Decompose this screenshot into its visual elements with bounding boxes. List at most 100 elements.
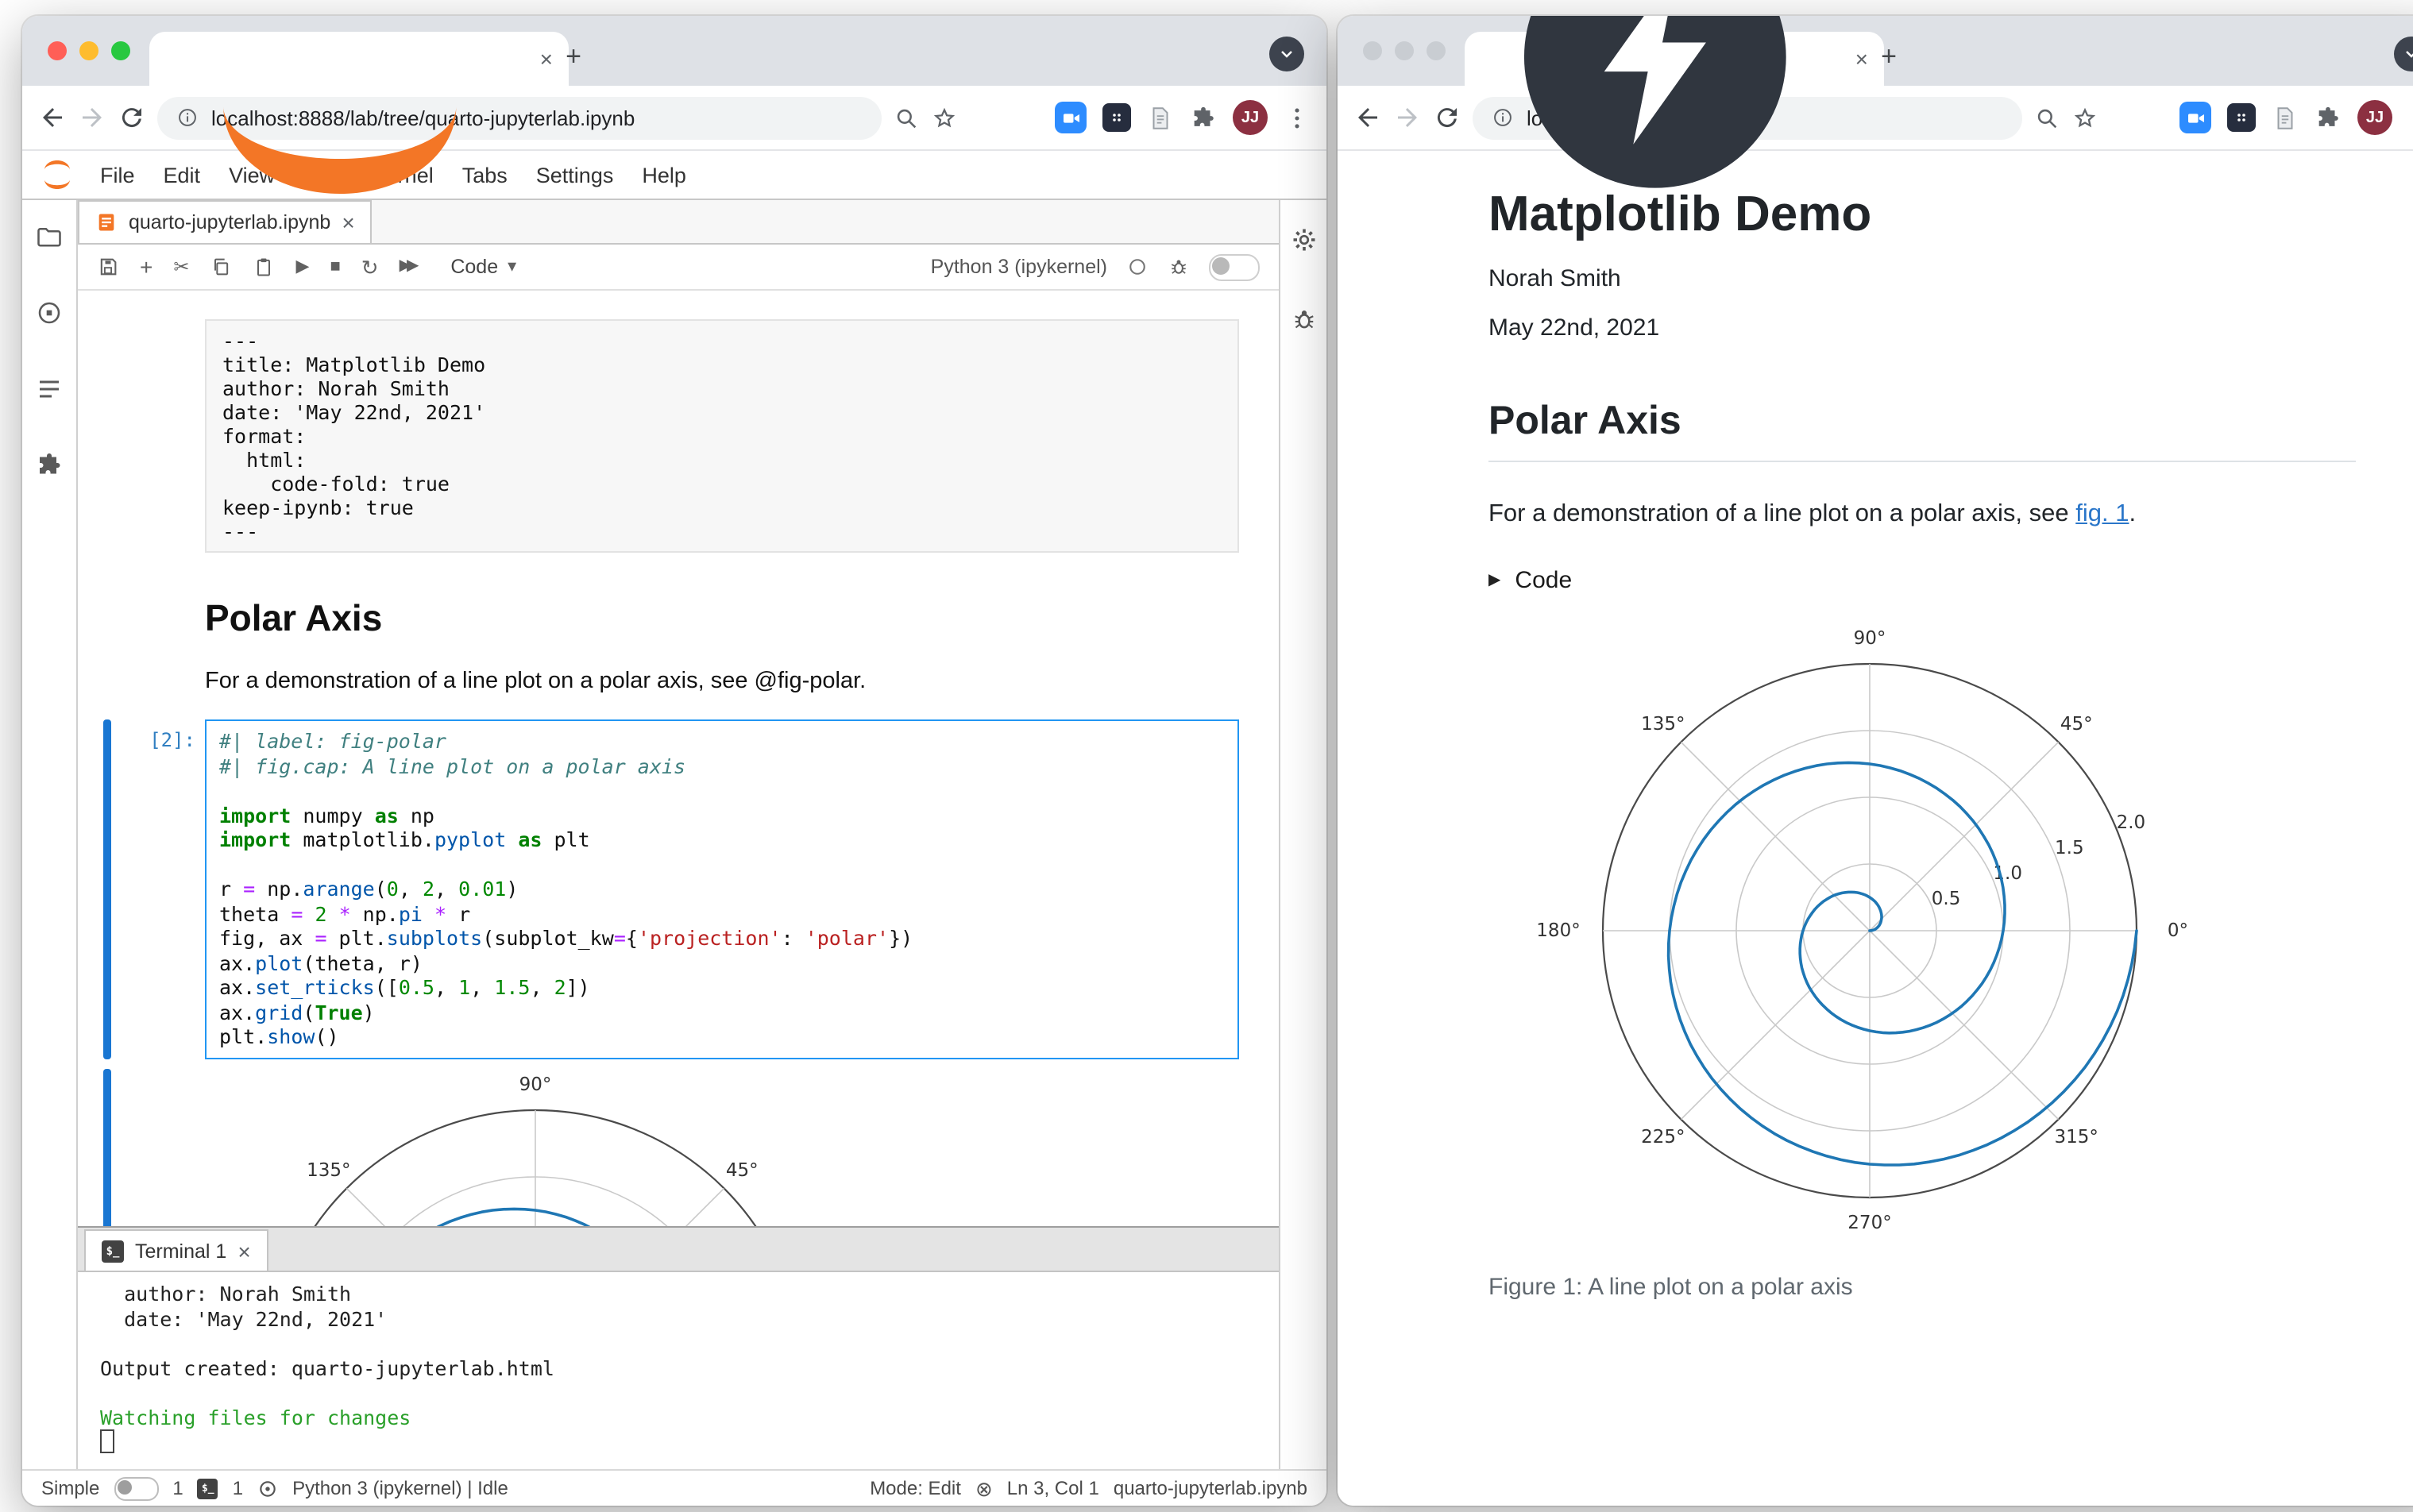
figure-link[interactable]: fig. 1 [2075, 500, 2129, 527]
restart-kernel-icon[interactable]: ↻ [361, 256, 379, 277]
document-extension-icon[interactable] [2272, 104, 2299, 131]
kernel-status-icon[interactable] [1126, 256, 1149, 278]
save-icon[interactable] [97, 256, 119, 278]
file-browser-icon[interactable] [35, 222, 64, 251]
terminal-tabbar: $_ Terminal 1 × [78, 1228, 1279, 1272]
terminal-output[interactable]: author: Norah Smith date: 'May 22nd, 202… [78, 1272, 1279, 1469]
reload-icon[interactable] [1433, 103, 1461, 132]
table-of-contents-icon[interactable] [35, 375, 64, 403]
notebook-trust-icon[interactable]: ⊗ [975, 1478, 993, 1498]
tab-close-icon[interactable]: × [540, 48, 553, 70]
notebook-content: --- title: Matplotlib Demo author: Norah S… [78, 291, 1279, 1226]
cut-cell-icon[interactable]: ✂ [173, 257, 189, 276]
bookmark-star-icon[interactable] [2071, 104, 2098, 131]
close-window-button[interactable] [48, 41, 67, 60]
terminal-panel: $_ Terminal 1 × author: Norah Smith date… [78, 1226, 1279, 1469]
jupyterlab-app: File Edit View Run Kernel Tabs Settings … [22, 151, 1326, 1506]
svg-text:90°: 90° [519, 1074, 552, 1094]
bookmark-star-icon[interactable] [931, 104, 958, 131]
simple-mode-toggle[interactable] [114, 1476, 159, 1500]
window-controls [48, 41, 130, 60]
cell-collapser[interactable] [103, 719, 111, 1059]
reload-icon[interactable] [118, 103, 146, 132]
menu-file[interactable]: File [86, 163, 149, 187]
window-controls [1363, 41, 1446, 60]
minimize-window-button[interactable] [1395, 41, 1414, 60]
output-collapser[interactable] [103, 1068, 111, 1226]
svg-text:270°: 270° [1847, 1213, 1891, 1233]
extensions-puzzle-icon[interactable] [1190, 104, 1217, 131]
tab-search-button[interactable] [1269, 37, 1304, 71]
polar-plot-output: 0°45°90°135°180°225°270°315°0.51.01.52.0 [307, 1074, 759, 1226]
profile-avatar[interactable]: JJ [2357, 100, 2392, 135]
menu-settings[interactable]: Settings [522, 163, 628, 187]
minimize-window-button[interactable] [79, 41, 98, 60]
extensions-puzzle-icon[interactable] [2315, 104, 2342, 131]
svg-text:135°: 135° [1641, 714, 1685, 735]
stop-kernel-icon[interactable]: ■ [330, 257, 340, 276]
video-camera-extension-icon[interactable] [1055, 102, 1087, 133]
property-inspector-gear-icon[interactable] [1289, 226, 1318, 254]
dark-extension-icon[interactable] [1102, 103, 1131, 132]
cursor-position[interactable]: Ln 3, Col 1 [1007, 1477, 1099, 1499]
extension-manager-icon[interactable] [35, 451, 64, 480]
debugger-bug-icon[interactable] [1168, 256, 1190, 278]
svg-text:225°: 225° [1641, 1127, 1685, 1148]
debugger-bug-icon[interactable] [1289, 305, 1318, 334]
browser-tab-jupyterlab[interactable]: quarto-jupyterl - JupyterLab × [149, 32, 569, 194]
notebook-file-icon [95, 211, 118, 233]
browser-menu-kebab-icon[interactable] [1284, 104, 1311, 131]
markdown-rendered[interactable]: Polar Axis For a demonstration of a line… [205, 584, 1239, 694]
tab-search-button[interactable] [2394, 37, 2413, 71]
left-tabstrip: quarto-jupyterl - JupyterLab × + [22, 16, 1326, 194]
chevron-down-icon: ▾ [508, 256, 517, 276]
kernel-name[interactable]: Python 3 (ipykernel) [931, 256, 1107, 278]
copy-cell-icon[interactable] [210, 256, 233, 278]
restart-run-all-icon[interactable]: ▶▶ [400, 258, 419, 275]
dark-extension-icon[interactable] [2227, 103, 2256, 132]
code-editor[interactable]: #| label: fig-polar #| fig.cap: A line pl… [205, 719, 1239, 1059]
insert-cell-icon[interactable]: + [140, 256, 153, 278]
search-icon[interactable] [893, 104, 920, 131]
forward-icon[interactable] [1393, 103, 1422, 132]
raw-cell-editor[interactable]: --- title: Matplotlib Demo author: Norah S… [205, 319, 1239, 553]
close-window-button[interactable] [1363, 41, 1382, 60]
back-icon[interactable] [38, 103, 67, 132]
browser-menu-kebab-icon[interactable] [2408, 104, 2413, 131]
kernels-count: 1 [232, 1477, 244, 1499]
terminals-icon[interactable]: $_ [197, 1478, 218, 1498]
chevron-down-icon [2406, 51, 2413, 58]
terminal-tab-close-icon[interactable]: × [237, 1240, 250, 1262]
paste-cell-icon[interactable] [253, 256, 276, 278]
desktop: quarto-jupyterl - JupyterLab × + localho… [0, 0, 2413, 1512]
profile-avatar[interactable]: JJ [1233, 100, 1268, 135]
video-camera-extension-icon[interactable] [2179, 102, 2211, 133]
running-kernels-icon[interactable] [35, 299, 64, 327]
search-icon[interactable] [2033, 104, 2060, 131]
code-fold-summary[interactable]: ▶ Code [1488, 567, 2356, 594]
run-cell-icon[interactable]: ▶ [296, 257, 310, 276]
new-tab-button[interactable]: + [556, 40, 591, 75]
cell-type-value: Code [450, 256, 499, 278]
raw-cell: --- title: Matplotlib Demo author: Norah S… [78, 319, 1279, 553]
terminal-tab[interactable]: $_ Terminal 1 × [84, 1229, 268, 1271]
zoom-window-button[interactable] [111, 41, 130, 60]
mode-indicator[interactable]: Mode: Edit [870, 1477, 961, 1499]
svg-text:45°: 45° [2060, 714, 2093, 735]
svg-text:180°: 180° [1536, 920, 1580, 941]
browser-tab-preview[interactable]: Matplotlib Demo × [1465, 16, 1884, 187]
kernels-icon[interactable] [257, 1478, 278, 1498]
kernel-status-text[interactable]: Python 3 (ipykernel) | Idle [292, 1477, 508, 1499]
new-tab-button[interactable]: + [1871, 40, 1906, 75]
toolbar-toggle[interactable] [1209, 253, 1260, 280]
jupyter-logo [38, 156, 76, 194]
disclosure-triangle-icon: ▶ [1488, 572, 1501, 589]
back-icon[interactable] [1353, 103, 1382, 132]
cell-type-dropdown[interactable]: Code ▾ [450, 256, 516, 278]
tab-close-icon[interactable]: × [1855, 48, 1868, 70]
menu-help[interactable]: Help [627, 163, 701, 187]
code-cell: [2]: #| label: fig-polar #| fig.cap: A li… [78, 719, 1279, 1059]
document-extension-icon[interactable] [1147, 104, 1174, 131]
forward-icon[interactable] [78, 103, 106, 132]
zoom-window-button[interactable] [1427, 41, 1446, 60]
